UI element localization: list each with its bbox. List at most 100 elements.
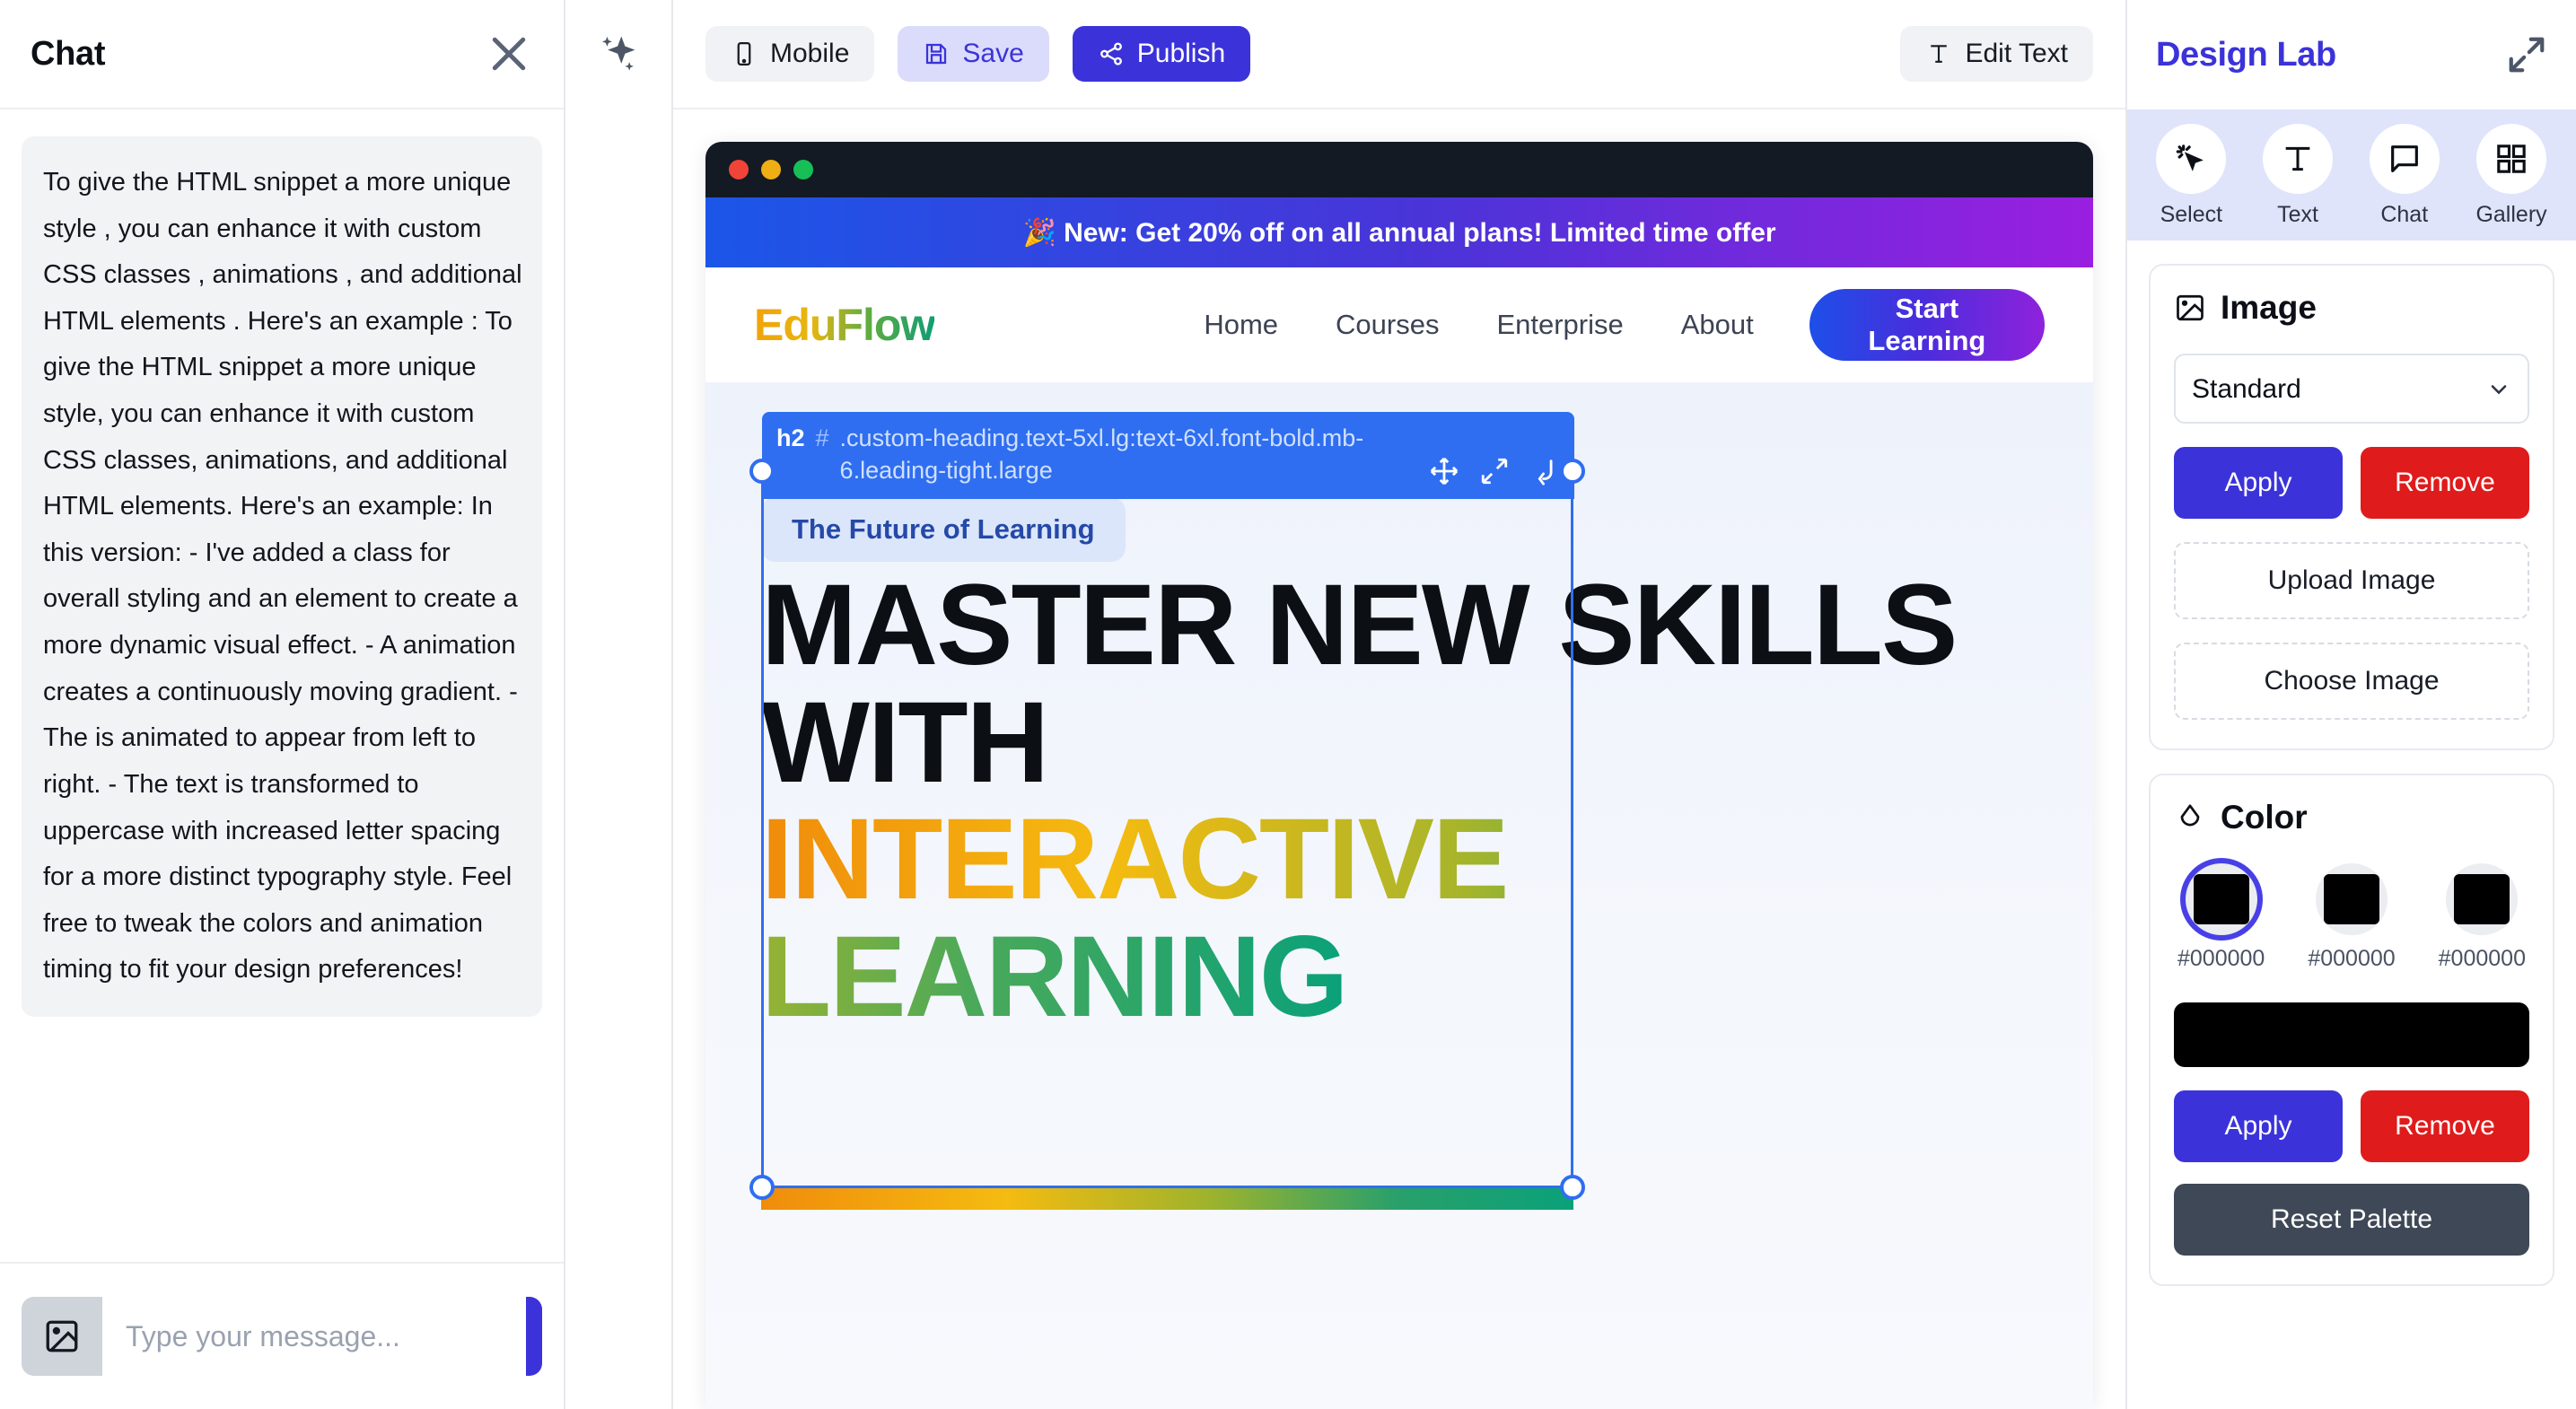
image-apply-button[interactable]: Apply [2174, 447, 2343, 519]
undo-icon[interactable] [1529, 456, 1560, 486]
droplet-icon [2180, 804, 2200, 827]
text-icon [2263, 124, 2334, 194]
tool-select-label: Select [2160, 202, 2223, 227]
nav-link-enterprise[interactable]: Enterprise [1496, 309, 1623, 341]
publish-button[interactable]: Publish [1072, 26, 1251, 82]
edit-text-button[interactable]: Edit Text [1900, 26, 2093, 82]
image-action-row: Apply Remove [2174, 447, 2529, 519]
publish-label: Publish [1136, 39, 1226, 68]
image-style-select[interactable]: Standard [2174, 354, 2529, 424]
nav-link-home[interactable]: Home [1204, 309, 1278, 341]
color-swatch-2[interactable] [2446, 863, 2519, 935]
share-icon [1100, 42, 1122, 66]
image-card: Image Standard Apply Remove Upload Image… [2149, 264, 2554, 750]
start-learning-button[interactable]: Start Learning [1809, 289, 2045, 361]
image-card-title: Image [2221, 289, 2317, 326]
selection-hash: # [815, 424, 829, 451]
chat-input[interactable] [102, 1297, 526, 1376]
tool-gallery[interactable]: Gallery [2475, 124, 2547, 228]
chat-title: Chat [31, 34, 106, 73]
site-navbar: EduFlow Home Courses Enterprise About St… [705, 267, 2093, 382]
close-icon[interactable] [485, 30, 533, 78]
mobile-icon [737, 42, 751, 66]
selection-classes: .custom-heading.text-5xl.lg:text-6xl.fon… [839, 424, 1364, 484]
nav-link-about[interactable]: About [1681, 309, 1754, 341]
send-button[interactable] [526, 1297, 542, 1376]
hero-heading-plain: MASTER NEW SKILLS WITH [761, 561, 1958, 807]
selection-tag: h2 [776, 424, 805, 451]
tool-chat-label: Chat [2380, 202, 2429, 227]
chat-bubble-icon [2369, 124, 2440, 194]
color-action-row: Apply Remove [2174, 1090, 2529, 1162]
sparkle-icon[interactable] [595, 31, 642, 77]
tool-select[interactable]: Select [2156, 124, 2227, 228]
resize-icon[interactable] [1479, 456, 1510, 486]
color-swatch-0[interactable] [2185, 863, 2257, 935]
design-lab-tools: Select Text Chat Gallery [2127, 109, 2576, 241]
chat-message-list: To give the HTML snippet a more unique s… [0, 109, 564, 1262]
choose-image-button[interactable]: Choose Image [2174, 643, 2529, 720]
image-remove-button[interactable]: Remove [2361, 447, 2529, 519]
design-lab-title: Design Lab [2156, 35, 2336, 74]
upload-image-button[interactable]: Upload Image [2174, 542, 2529, 619]
color-card-title: Color [2221, 799, 2308, 836]
save-icon [926, 43, 947, 65]
color-card: Color #000000 #000000 #000000 Apply Remo… [2149, 774, 2554, 1286]
cursor-click-icon [2156, 124, 2227, 194]
chat-header: Chat [0, 0, 564, 109]
tool-chat[interactable]: Chat [2369, 124, 2440, 228]
canvas-area: 🎉 New: Get 20% off on all annual plans! … [673, 109, 2125, 1409]
tool-text[interactable]: Text [2263, 124, 2334, 228]
reset-palette-button[interactable]: Reset Palette [2174, 1184, 2529, 1256]
browser-title-bar [705, 142, 2093, 197]
color-swatch-1-hex: #000000 [2308, 946, 2396, 971]
color-card-header: Color [2174, 799, 2529, 836]
color-swatch-row: #000000 #000000 #000000 [2174, 863, 2529, 972]
move-icon[interactable] [1429, 456, 1459, 486]
mobile-view-button[interactable]: Mobile [705, 26, 875, 82]
hero-section: The Future of Learning MASTER NEW SKILLS… [705, 382, 2093, 1409]
selection-badge: h2 # .custom-heading.text-5xl.lg:text-6x… [762, 412, 1574, 500]
resize-handle-top-left[interactable] [749, 459, 775, 484]
text-icon [1931, 45, 1948, 63]
color-swatch-item: #000000 [2308, 863, 2396, 972]
design-lab-panel: Design Lab Select Text Chat Gallery Imag… [2127, 0, 2576, 1409]
promo-banner: 🎉 New: Get 20% off on all annual plans! … [705, 197, 2093, 267]
chat-panel: Chat To give the HTML snippet a more uni… [0, 0, 565, 1409]
grid-icon [2476, 124, 2547, 194]
tool-text-label: Text [2277, 202, 2318, 227]
color-swatch-item: #000000 [2439, 863, 2526, 972]
tool-gallery-label: Gallery [2475, 202, 2547, 227]
current-color-preview[interactable] [2174, 1002, 2529, 1067]
editor-center: Mobile Save Publish Edit Text 🎉 New: Get… [673, 0, 2127, 1409]
color-remove-button[interactable]: Remove [2361, 1090, 2529, 1162]
design-lab-header: Design Lab [2127, 0, 2576, 109]
edit-text-label: Edit Text [1965, 39, 2068, 68]
hero-eyebrow: The Future of Learning [761, 497, 1126, 562]
resize-handle-top-right[interactable] [1560, 459, 1585, 484]
app-root: Chat To give the HTML snippet a more uni… [0, 0, 2576, 1409]
preview-browser: 🎉 New: Get 20% off on all annual plans! … [705, 142, 2093, 1409]
window-close-dot[interactable] [729, 160, 749, 179]
hero-heading[interactable]: MASTER NEW SKILLS WITH INTERACTIVE LEARN… [761, 566, 2093, 1036]
save-label: Save [962, 39, 1024, 68]
assistant-rail [565, 0, 673, 1409]
image-card-header: Image [2174, 289, 2529, 327]
chat-message-bubble: To give the HTML snippet a more unique s… [22, 136, 542, 1017]
color-swatch-item: #000000 [2177, 863, 2265, 972]
window-minimize-dot[interactable] [761, 160, 781, 179]
image-icon [2177, 294, 2204, 321]
attach-image-icon[interactable] [22, 1297, 102, 1376]
color-swatch-1[interactable] [2315, 863, 2388, 935]
window-maximize-dot[interactable] [793, 160, 813, 179]
editor-toolbar: Mobile Save Publish Edit Text [673, 0, 2125, 109]
mobile-label: Mobile [770, 39, 850, 68]
color-apply-button[interactable]: Apply [2174, 1090, 2343, 1162]
save-button[interactable]: Save [898, 26, 1049, 82]
site-logo: EduFlow [754, 300, 935, 350]
hero-gradient-bar [761, 1188, 1573, 1210]
color-swatch-0-hex: #000000 [2177, 946, 2265, 971]
expand-icon[interactable] [2506, 34, 2547, 75]
chat-composer [0, 1262, 564, 1409]
nav-link-courses[interactable]: Courses [1336, 309, 1439, 341]
